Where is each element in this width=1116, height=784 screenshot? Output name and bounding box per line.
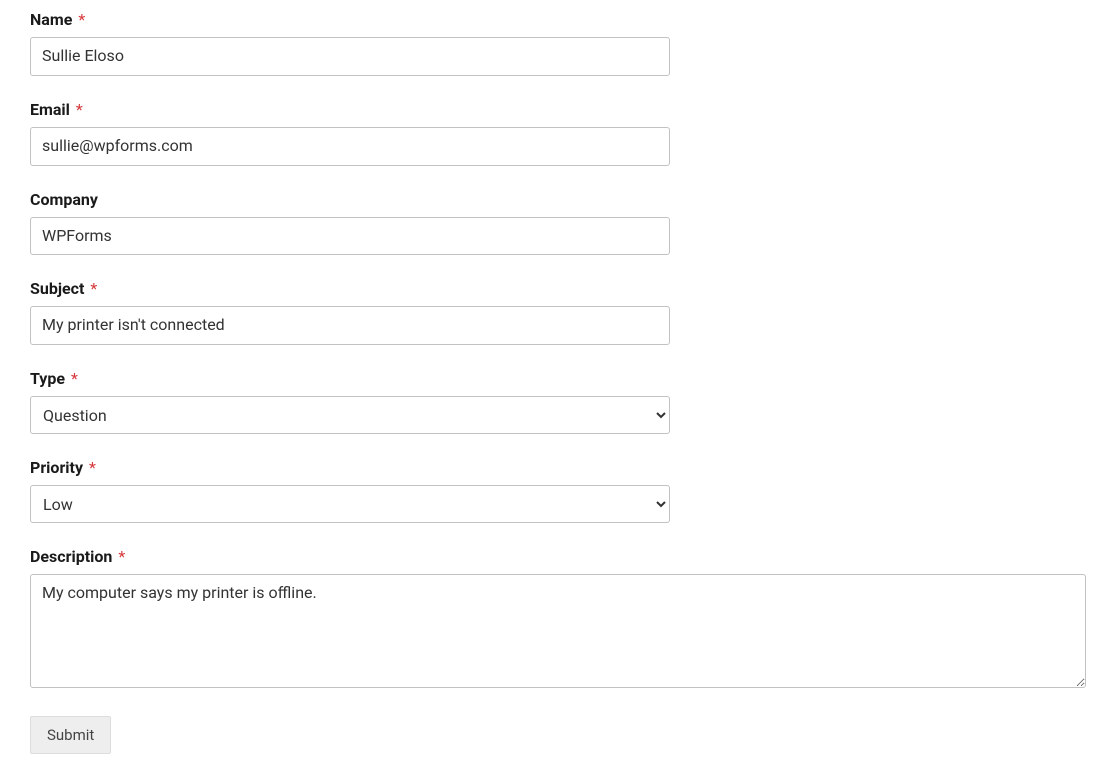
description-label: Description * [30,547,1086,566]
required-marker: * [90,279,97,298]
label-text: Description [30,547,112,566]
subject-field-wrapper: Subject * [30,279,670,345]
description-textarea[interactable] [30,574,1086,688]
priority-field-wrapper: Priority * Low [30,458,670,523]
priority-label: Priority * [30,458,670,477]
email-input[interactable] [30,127,670,166]
support-form: Name * Email * Company Subject * Type * … [30,10,1086,754]
email-label: Email * [30,100,670,119]
label-text: Type [30,369,65,388]
required-marker: * [89,458,96,477]
required-marker: * [76,100,83,119]
required-marker: * [71,369,78,388]
priority-select[interactable]: Low [30,485,670,523]
company-field-wrapper: Company [30,190,670,256]
company-input[interactable] [30,217,670,256]
company-label: Company [30,190,670,209]
label-text: Name [30,10,72,29]
subject-input[interactable] [30,306,670,345]
name-label: Name * [30,10,670,29]
label-text: Subject [30,279,84,298]
label-text: Email [30,100,70,119]
email-field-wrapper: Email * [30,100,670,166]
type-field-wrapper: Type * Question [30,369,670,434]
name-field-wrapper: Name * [30,10,670,76]
type-label: Type * [30,369,670,388]
required-marker: * [118,547,125,566]
description-field-wrapper: Description * [30,547,1086,692]
subject-label: Subject * [30,279,670,298]
name-input[interactable] [30,37,670,76]
required-marker: * [78,10,85,29]
type-select[interactable]: Question [30,396,670,434]
label-text: Company [30,190,98,209]
label-text: Priority [30,458,83,477]
